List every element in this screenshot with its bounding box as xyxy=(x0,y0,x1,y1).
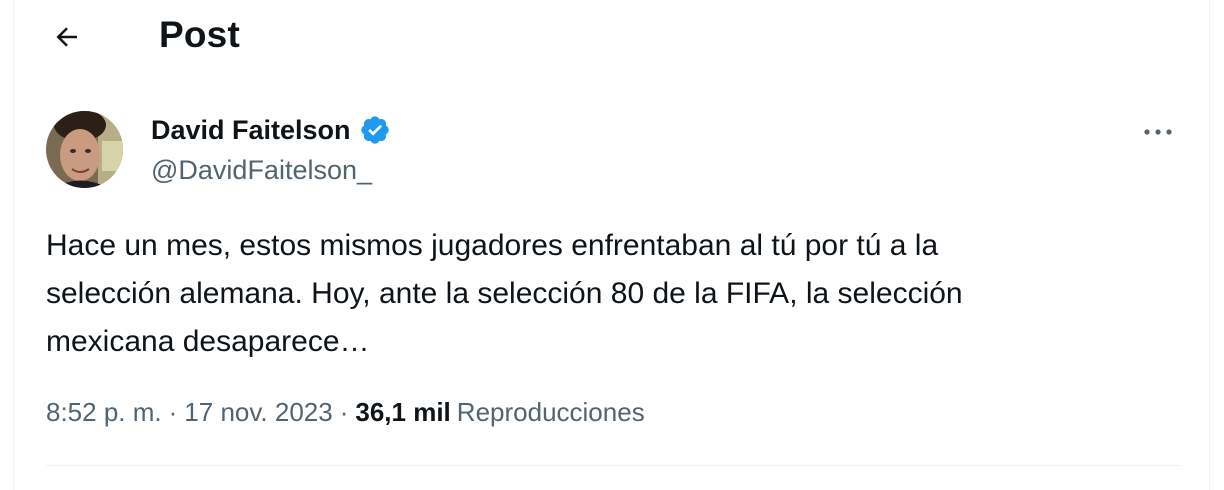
tweet-date[interactable]: 17 nov. 2023 xyxy=(184,397,332,428)
author-name[interactable]: David Faitelson xyxy=(151,115,351,146)
tweet-text-line: Hace un mes, estos mismos jugadores enfr… xyxy=(46,229,939,262)
tweet-time[interactable]: 8:52 p. m. xyxy=(46,397,162,428)
meta-separator: · xyxy=(168,397,178,427)
author-name-row[interactable]: David Faitelson xyxy=(151,114,391,146)
more-options-icon xyxy=(1144,129,1172,135)
meta-separator: · xyxy=(339,397,349,427)
tweet-text-line: selección alemana. Hoy, ante la selecció… xyxy=(46,277,963,310)
post-header: Post xyxy=(0,0,1224,74)
page-title: Post xyxy=(159,14,240,55)
tweet-text-line: mexicana desaparece… xyxy=(46,325,370,358)
views-label[interactable]: Reproducciones xyxy=(457,397,645,428)
avatar[interactable] xyxy=(46,111,123,188)
back-button[interactable] xyxy=(46,16,88,58)
more-options-button[interactable] xyxy=(1136,114,1180,150)
avatar-photo xyxy=(46,111,123,188)
views-count[interactable]: 36,1 mil xyxy=(355,397,450,428)
divider xyxy=(46,465,1180,466)
arrow-left-icon xyxy=(56,27,77,47)
tweet-meta: 8:52 p. m. · 17 nov. 2023 · 36,1 mil Rep… xyxy=(46,397,645,428)
tweet-text: Hace un mes, estos mismos jugadores enfr… xyxy=(46,222,1176,366)
author-handle[interactable]: @DavidFaitelson_ xyxy=(151,155,372,186)
verified-badge-icon xyxy=(360,116,389,144)
